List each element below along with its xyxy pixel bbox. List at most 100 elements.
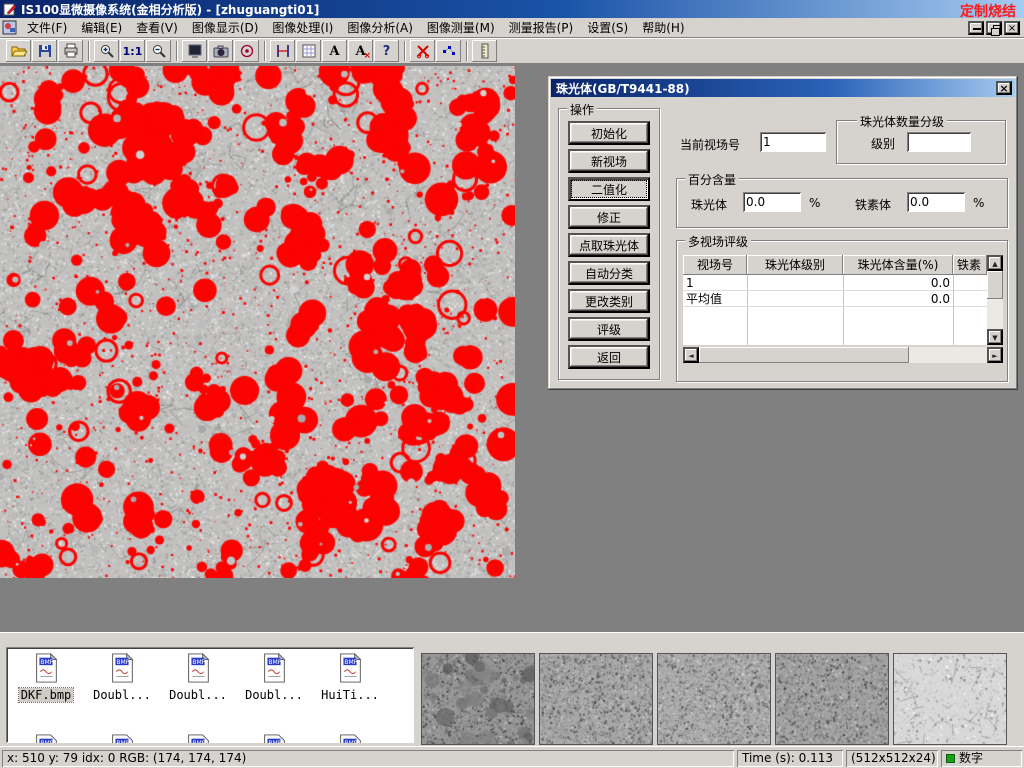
zoom-out-icon xyxy=(151,43,167,59)
file-item[interactable]: BMP xyxy=(238,733,310,743)
actual-size-button[interactable]: 1:1 xyxy=(120,40,145,62)
toolbar-separator xyxy=(176,41,178,61)
text-annotation-button[interactable]: A xyxy=(322,40,347,62)
grade-input[interactable] xyxy=(907,132,971,152)
horizontal-scrollbar[interactable]: ◄ ► xyxy=(683,347,1003,363)
file-item[interactable]: BMP HuiTi... xyxy=(314,652,386,702)
toolbar-separator xyxy=(88,41,90,61)
file-item[interactable]: BMP xyxy=(10,733,82,743)
status-time: Time (s): 0.113 xyxy=(737,750,843,767)
current-field-input[interactable] xyxy=(760,132,826,152)
point-measure-button[interactable] xyxy=(436,40,461,62)
document-system-icon[interactable] xyxy=(2,20,17,35)
menu-view[interactable]: 查看(V) xyxy=(129,17,185,38)
init-button[interactable]: 初始化 xyxy=(568,121,650,145)
file-item[interactable]: BMP Doubl... xyxy=(162,652,234,702)
dialog-close-button[interactable]: × xyxy=(996,81,1012,95)
grade-button[interactable]: 评级 xyxy=(568,317,650,341)
return-button[interactable]: 返回 xyxy=(568,345,650,369)
pearlite-input[interactable] xyxy=(743,192,801,212)
points-icon xyxy=(441,43,457,59)
menu-report[interactable]: 测量报告(P) xyxy=(502,17,581,38)
scroll-down-button[interactable]: ▼ xyxy=(987,329,1003,345)
table-row[interactable]: 平均值 0.0 xyxy=(683,291,987,307)
pick-pearlite-button[interactable]: 点取珠光体 xyxy=(568,233,650,257)
ruler-button[interactable] xyxy=(472,40,497,62)
micrograph-image[interactable] xyxy=(0,66,515,578)
menu-image-analysis[interactable]: 图像分析(A) xyxy=(340,17,420,38)
new-field-button[interactable]: 新视场 xyxy=(568,149,650,173)
file-list[interactable]: BMP DKF.bmp BMP Doubl... BMP Doubl... BM… xyxy=(6,647,414,743)
file-item[interactable]: BMP Doubl... xyxy=(238,652,310,702)
mdi-minimize-button[interactable] xyxy=(968,21,984,35)
table-header: 视场号 珠光体级别 珠光体含量(%) 铁素 xyxy=(683,255,987,275)
dialog-titlebar[interactable]: 珠光体(GB/T9441-88) × xyxy=(551,79,1015,97)
cut-button[interactable] xyxy=(410,40,435,62)
thumbnail-image[interactable] xyxy=(657,653,771,745)
thumbnail-image[interactable] xyxy=(893,653,1007,745)
print-button[interactable] xyxy=(58,40,83,62)
horizontal-scroll-thumb[interactable] xyxy=(699,347,909,363)
save-button[interactable] xyxy=(32,40,57,62)
thumbnail-image[interactable] xyxy=(539,653,653,745)
multi-field-group: 多视场评级 视场号 珠光体级别 珠光体含量(%) 铁素 1 0. xyxy=(676,240,1008,382)
status-position: x: 510 y: 79 idx: 0 RGB: (174, 174, 174) xyxy=(2,750,734,767)
file-item[interactable]: BMP DKF.bmp xyxy=(10,652,82,702)
file-item[interactable]: BMP xyxy=(86,733,158,743)
table-row[interactable]: 1 0.0 xyxy=(683,275,987,291)
menu-image-process[interactable]: 图像处理(I) xyxy=(265,17,340,38)
help-button[interactable]: ? xyxy=(374,40,399,62)
status-mode-label: 数字 xyxy=(959,751,983,765)
col-header-content[interactable]: 珠光体含量(%) xyxy=(843,255,953,275)
auto-classify-button[interactable]: 自动分类 xyxy=(568,261,650,285)
col-header-ferrite[interactable]: 铁素 xyxy=(953,255,987,275)
file-name[interactable]: Doubl... xyxy=(243,688,305,702)
cell-grade xyxy=(747,291,843,307)
vertical-scroll-thumb[interactable] xyxy=(987,271,1003,299)
font-style-button[interactable]: A× xyxy=(348,40,373,62)
grade-label: 级别 xyxy=(871,135,895,152)
mdi-close-button[interactable]: × xyxy=(1004,21,1020,35)
svg-text:BMP: BMP xyxy=(344,740,357,743)
camera-button[interactable] xyxy=(208,40,233,62)
zoom-out-button[interactable] xyxy=(146,40,171,62)
file-item[interactable]: BMP Doubl... xyxy=(86,652,158,702)
ferrite-input[interactable] xyxy=(907,192,965,212)
caliper-button[interactable] xyxy=(270,40,295,62)
file-item[interactable]: BMP xyxy=(162,733,234,743)
open-button[interactable] xyxy=(6,40,31,62)
file-name[interactable]: Doubl... xyxy=(91,688,153,702)
zoom-in-button[interactable] xyxy=(94,40,119,62)
change-class-button[interactable]: 更改类别 xyxy=(568,289,650,313)
menu-file[interactable]: 文件(F) xyxy=(20,17,74,38)
bmp-file-icon: BMP xyxy=(259,733,289,743)
col-header-grade[interactable]: 珠光体级别 xyxy=(747,255,843,275)
menu-help[interactable]: 帮助(H) xyxy=(635,17,691,38)
thumbnail-image[interactable] xyxy=(775,653,889,745)
menu-image-measure[interactable]: 图像测量(M) xyxy=(420,17,502,38)
scissors-icon xyxy=(415,43,431,59)
menu-settings[interactable]: 设置(S) xyxy=(580,17,635,38)
grid-button[interactable] xyxy=(296,40,321,62)
vertical-scrollbar[interactable]: ▲ ▼ xyxy=(987,255,1003,345)
scroll-right-button[interactable]: ► xyxy=(987,347,1003,363)
file-item[interactable]: BMP xyxy=(314,733,386,743)
file-name[interactable]: DKF.bmp xyxy=(19,688,74,702)
display-button[interactable] xyxy=(182,40,207,62)
menu-image-display[interactable]: 图像显示(D) xyxy=(185,17,266,38)
thumbnail-image[interactable] xyxy=(421,653,535,745)
menu-edit[interactable]: 编辑(E) xyxy=(74,17,129,38)
binarize-button[interactable]: 二值化 xyxy=(568,177,650,201)
target-button[interactable] xyxy=(234,40,259,62)
grade-group: 珠光体数量分级 级别 xyxy=(836,120,1006,164)
file-name[interactable]: Doubl... xyxy=(167,688,229,702)
operation-group-label: 操作 xyxy=(567,101,597,118)
scroll-up-button[interactable]: ▲ xyxy=(987,255,1003,271)
correct-button[interactable]: 修正 xyxy=(568,205,650,229)
col-header-field[interactable]: 视场号 xyxy=(683,255,747,275)
file-name[interactable]: HuiTi... xyxy=(319,688,381,702)
cell-ferrite xyxy=(953,291,987,307)
cell-content: 0.0 xyxy=(843,275,953,291)
scroll-left-button[interactable]: ◄ xyxy=(683,347,699,363)
mdi-restore-button[interactable] xyxy=(986,21,1002,35)
